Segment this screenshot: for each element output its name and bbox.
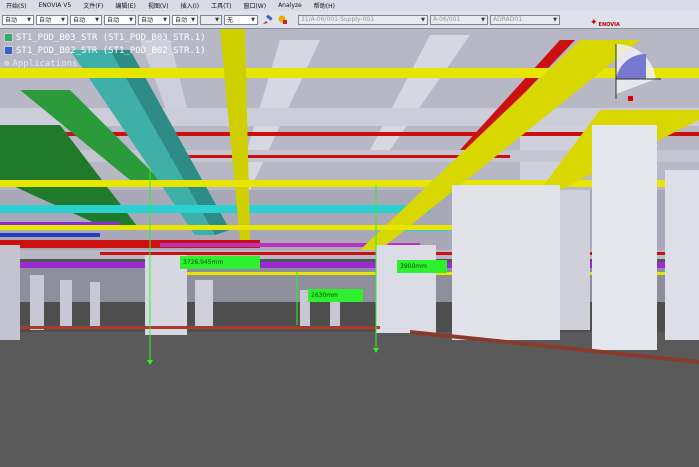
menu-edit[interactable]: 编辑(E) xyxy=(109,1,141,10)
dropdown-arrow-icon: ▼ xyxy=(215,16,219,23)
menu-file[interactable]: 文件(F) xyxy=(77,1,109,10)
tree-node-applications[interactable]: ⊕ Applications xyxy=(4,57,206,70)
column xyxy=(592,125,657,350)
part-filter-field[interactable]: A-06/001 ▼ xyxy=(430,14,488,25)
column xyxy=(195,280,213,328)
column xyxy=(0,245,20,340)
render-style-select[interactable]: 自动 ▼ xyxy=(172,14,198,25)
measurement-label[interactable]: 2630mm xyxy=(308,289,363,302)
floor-marking xyxy=(20,326,380,329)
filter-select[interactable]: 无 ▼ xyxy=(224,14,258,25)
product-icon xyxy=(4,46,13,55)
dropdown-arrow-icon: ▼ xyxy=(163,16,167,23)
menu-view[interactable]: 视图(V) xyxy=(142,1,175,10)
discipline-filter-field[interactable]: ADRAD01 ▼ xyxy=(490,14,560,25)
specification-tree: ST1_POD_B03_STR (ST1_POD_B03_STR.1) ST1_… xyxy=(4,31,206,70)
dropdown-arrow-icon: ▼ xyxy=(481,16,485,23)
menu-window[interactable]: 窗口(W) xyxy=(237,1,272,10)
menu-start[interactable]: 开始(S) xyxy=(0,1,33,10)
dropdown-arrow-icon: ▼ xyxy=(421,16,425,23)
dassault-logo-icon: ✦ xyxy=(590,18,598,28)
tree-node[interactable]: ST1_POD_B02_STR (ST1_POD_B02_STR.1) xyxy=(4,44,206,57)
tree-node[interactable]: ST1_POD_B03_STR (ST1_POD_B03_STR.1) xyxy=(4,31,206,44)
blue-pipe xyxy=(0,233,100,237)
format-painter-icon[interactable] xyxy=(276,14,288,26)
expand-icon: ⊕ xyxy=(4,58,10,69)
measurement-label[interactable]: 3900mm xyxy=(397,260,447,273)
dropdown-arrow-icon: ▼ xyxy=(553,16,557,23)
menu-tools[interactable]: 工具(T) xyxy=(205,1,237,10)
measurement-label[interactable]: 3726.945mm xyxy=(180,256,260,269)
dropdown-arrow-icon: ▼ xyxy=(191,16,195,23)
dropdown-arrow-icon: ▼ xyxy=(95,16,99,23)
column xyxy=(452,185,560,340)
column xyxy=(560,190,590,330)
dropdown-arrow-icon: ▼ xyxy=(61,16,65,23)
line-type-select[interactable]: 自动 ▼ xyxy=(104,14,136,25)
menu-enovia[interactable]: ENOVIA V5 xyxy=(33,2,78,9)
product-filter-field[interactable]: 31/A-06/001-Supply-001 ▼ xyxy=(298,14,428,25)
menu-insert[interactable]: 插入(I) xyxy=(175,1,205,10)
column xyxy=(90,282,100,326)
3d-viewport[interactable]: 3726.945mm 3900mm 2630mm ST1_POD_B03_STR… xyxy=(0,29,699,467)
red-pipe xyxy=(150,155,510,158)
compass-icon[interactable] xyxy=(606,34,664,104)
product-icon xyxy=(4,33,13,42)
teal-duct xyxy=(0,205,430,213)
point-symbol-select[interactable]: 自动 ▼ xyxy=(138,14,170,25)
column xyxy=(30,275,44,330)
paint-brush-icon[interactable] xyxy=(261,14,273,26)
dropdown-arrow-icon: ▼ xyxy=(27,16,31,23)
color-select[interactable]: 自动 ▼ xyxy=(2,14,34,25)
menu-help[interactable]: 帮助(H) xyxy=(308,1,341,10)
transparency-select[interactable]: 自动 ▼ xyxy=(36,14,68,25)
line-weight-select[interactable]: 自动 ▼ xyxy=(70,14,102,25)
dropdown-arrow-icon: ▼ xyxy=(129,16,133,23)
column xyxy=(60,280,72,328)
menu-analyze[interactable]: Analyze xyxy=(272,2,308,9)
dropdown-arrow-icon: ▼ xyxy=(251,16,255,23)
layer-select[interactable]: ▼ xyxy=(200,14,222,25)
column xyxy=(665,170,699,340)
garage-scene xyxy=(0,29,699,467)
enovia-logo: ✦ ENOVIA xyxy=(590,18,620,28)
yellow-beam xyxy=(0,225,460,230)
column xyxy=(376,245,436,333)
